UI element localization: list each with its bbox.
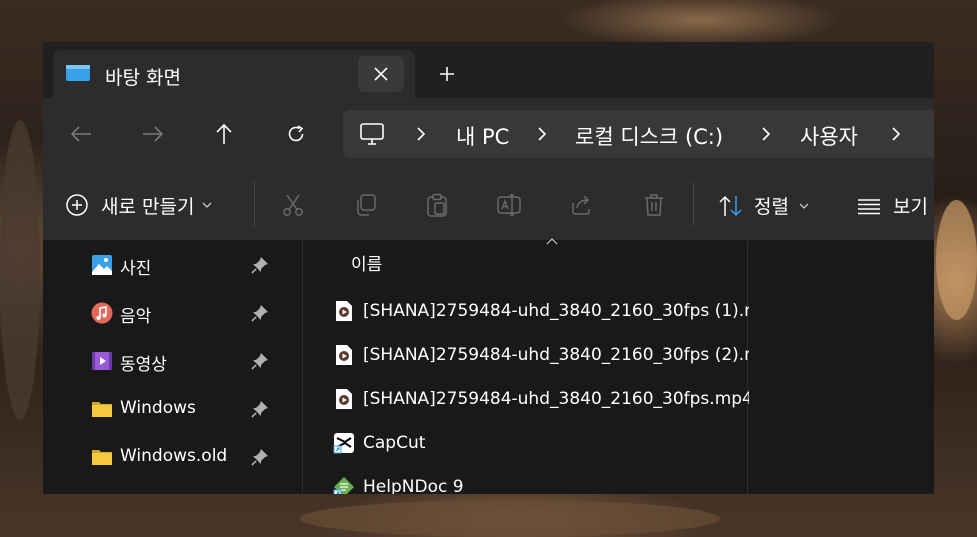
scissors-icon bbox=[283, 194, 303, 216]
wallpaper-shape bbox=[300, 500, 720, 537]
file-list: 이름 [SHANA]2759484-uhd_3840_2160_30fps (1… bbox=[303, 238, 772, 494]
toolbar-divider bbox=[254, 182, 255, 226]
column-header-name[interactable]: 이름 bbox=[351, 250, 382, 275]
back-button[interactable] bbox=[61, 114, 101, 154]
file-row[interactable]: HelpNDoc 9 bbox=[303, 468, 748, 494]
sidebar-item-windows[interactable]: Windows bbox=[43, 388, 302, 428]
delete-button[interactable] bbox=[641, 192, 667, 218]
file-row[interactable]: [SHANA]2759484-uhd_3840_2160_30fps.mp4 bbox=[303, 380, 753, 420]
breadcrumb-users[interactable]: 사용자 bbox=[800, 121, 858, 151]
new-button[interactable]: 새로 만들기 bbox=[65, 192, 212, 218]
chevron-right-icon bbox=[417, 127, 426, 141]
pictures-icon bbox=[92, 255, 112, 275]
pin-icon[interactable] bbox=[251, 256, 269, 274]
trash-icon bbox=[645, 194, 663, 216]
sidebar-item-pictures[interactable]: 사진 bbox=[43, 244, 302, 284]
wallpaper-shape bbox=[936, 200, 977, 320]
breadcrumb-my-pc[interactable]: 내 PC bbox=[456, 121, 509, 151]
arrow-left-icon bbox=[70, 126, 91, 142]
plus-icon bbox=[440, 67, 454, 81]
view-button-label: 보기 bbox=[893, 196, 928, 218]
computer-icon bbox=[360, 123, 384, 145]
forward-button[interactable] bbox=[133, 114, 173, 154]
chevron-down-icon bbox=[799, 203, 809, 209]
navigation-bar: 내 PC 로컬 디스크 (C:) 사용자 bbox=[43, 98, 934, 168]
empty-details-area bbox=[749, 240, 934, 494]
file-row[interactable]: [SHANA]2759484-uhd_3840_2160_30fps (1).m… bbox=[303, 292, 772, 332]
new-button-label: 새로 만들기 bbox=[101, 195, 195, 218]
video-file-icon bbox=[336, 345, 352, 365]
pin-icon[interactable] bbox=[251, 400, 269, 418]
pin-icon[interactable] bbox=[251, 352, 269, 370]
sort-button-label: 정렬 bbox=[754, 196, 789, 218]
view-button[interactable]: 보기 bbox=[857, 192, 928, 219]
file-explorer-window: 바탕 화면 내 PC 로컬 디스크 (C:) 사용자 새로 만들기 정렬 보기 … bbox=[43, 42, 934, 494]
close-icon bbox=[374, 67, 388, 81]
sort-button[interactable]: 정렬 bbox=[718, 192, 809, 219]
paste-button[interactable] bbox=[424, 192, 450, 218]
sort-icon bbox=[719, 195, 742, 216]
video-file-icon bbox=[336, 389, 352, 409]
folder-icon bbox=[92, 402, 112, 417]
sidebar-item-music[interactable]: 음악 bbox=[43, 292, 302, 332]
folder-blue-icon bbox=[66, 65, 90, 81]
sidebar-item-label: Windows.old bbox=[120, 446, 228, 466]
chevron-right-icon bbox=[892, 127, 901, 141]
tab-bar: 바탕 화면 bbox=[43, 42, 934, 98]
sidebar-item-label: 동영상 bbox=[120, 355, 167, 375]
chevron-down-icon bbox=[202, 202, 212, 208]
tab-desktop[interactable]: 바탕 화면 bbox=[53, 50, 415, 98]
breadcrumb-local-disk[interactable]: 로컬 디스크 (C:) bbox=[575, 121, 723, 151]
sidebar-item-label: 음악 bbox=[120, 307, 152, 327]
command-bar: 새로 만들기 정렬 보기 bbox=[43, 168, 934, 241]
folder-icon bbox=[92, 450, 112, 465]
file-name: [SHANA]2759484-uhd_3840_2160_30fps (2).m… bbox=[363, 345, 772, 365]
list-view-icon bbox=[858, 198, 880, 214]
clipboard-icon bbox=[427, 193, 447, 217]
sidebar-item-windows-old[interactable]: Windows.old bbox=[43, 436, 302, 476]
toolbar-divider bbox=[693, 182, 694, 226]
arrow-right-icon bbox=[143, 126, 164, 142]
close-tab-button[interactable] bbox=[358, 56, 404, 92]
share-icon bbox=[572, 195, 590, 215]
pin-icon[interactable] bbox=[251, 448, 269, 466]
wallpaper-shape bbox=[0, 120, 40, 420]
refresh-icon bbox=[288, 125, 304, 142]
file-name: [SHANA]2759484-uhd_3840_2160_30fps.mp4 bbox=[363, 389, 753, 409]
plus-circle-icon bbox=[66, 194, 88, 216]
rename-icon bbox=[497, 194, 521, 216]
chevron-right-icon bbox=[538, 127, 547, 141]
cut-button[interactable] bbox=[280, 192, 306, 218]
sort-ascending-caret-icon bbox=[546, 238, 558, 245]
address-bar[interactable]: 내 PC 로컬 디스크 (C:) 사용자 bbox=[343, 110, 934, 158]
music-icon bbox=[91, 302, 113, 324]
videos-icon bbox=[92, 352, 112, 370]
file-name: [SHANA]2759484-uhd_3840_2160_30fps (1).m… bbox=[363, 301, 772, 321]
file-row[interactable]: CapCut bbox=[303, 424, 748, 464]
helpndoc-shortcut-icon bbox=[333, 477, 354, 494]
capcut-shortcut-icon bbox=[333, 433, 354, 454]
sidebar-item-label: 사진 bbox=[120, 259, 152, 279]
navigation-pane: 사진 음악 동영상 Windows Windows.old bbox=[43, 240, 303, 494]
file-row[interactable]: [SHANA]2759484-uhd_3840_2160_30fps (2).m… bbox=[303, 336, 772, 376]
up-button[interactable] bbox=[204, 114, 244, 154]
tab-title: 바탕 화면 bbox=[105, 67, 181, 89]
chevron-right-icon bbox=[762, 127, 771, 141]
new-tab-button[interactable] bbox=[427, 56, 467, 92]
file-name: CapCut bbox=[363, 433, 426, 453]
arrow-up-icon bbox=[216, 123, 232, 144]
sidebar-item-videos[interactable]: 동영상 bbox=[43, 340, 302, 380]
rename-button[interactable] bbox=[496, 192, 522, 218]
copy-button[interactable] bbox=[353, 192, 379, 218]
sidebar-item-label: Windows bbox=[120, 398, 196, 418]
video-file-icon bbox=[336, 301, 352, 321]
share-button[interactable] bbox=[568, 192, 594, 218]
file-name: HelpNDoc 9 bbox=[363, 477, 464, 494]
pin-icon[interactable] bbox=[251, 304, 269, 322]
refresh-button[interactable] bbox=[276, 114, 316, 154]
copy-icon bbox=[357, 194, 376, 216]
